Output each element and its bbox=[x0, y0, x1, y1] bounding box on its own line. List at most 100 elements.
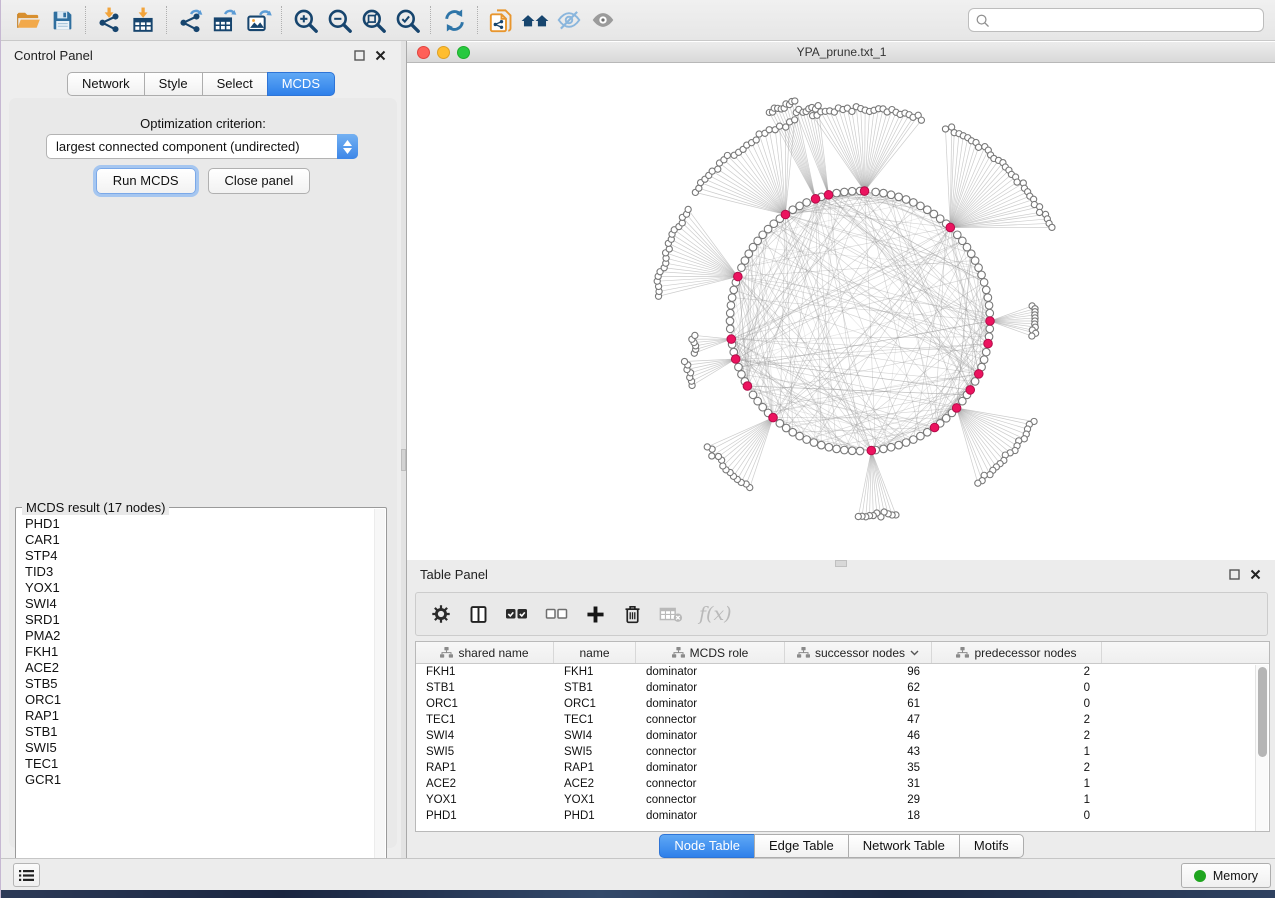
duplicate-network-icon[interactable] bbox=[484, 4, 518, 36]
mcds-result-item[interactable]: STP4 bbox=[17, 548, 375, 564]
mcds-result-item[interactable]: STB5 bbox=[17, 676, 375, 692]
table-cell[interactable]: 0 bbox=[932, 808, 1102, 824]
mcds-result-item[interactable]: SRD1 bbox=[17, 612, 375, 628]
column-header-mcds-role[interactable]: MCDS role bbox=[636, 642, 785, 663]
table-row[interactable]: YOX1YOX1connector291 bbox=[416, 792, 1269, 808]
import-network-icon[interactable] bbox=[92, 4, 126, 36]
deselect-all-checkboxes-icon[interactable] bbox=[545, 605, 569, 623]
mcds-result-list[interactable]: PHD1CAR1STP4TID3YOX1SWI4SRD1PMA2FKH1ACE2… bbox=[17, 516, 375, 872]
table-cell[interactable]: 18 bbox=[785, 808, 932, 824]
search-box[interactable] bbox=[968, 8, 1264, 32]
select-all-checkboxes-icon[interactable] bbox=[505, 605, 529, 623]
column-settings-gear-icon[interactable] bbox=[430, 603, 452, 625]
hide-selected-eye-icon[interactable] bbox=[552, 4, 586, 36]
table-cell[interactable] bbox=[1102, 792, 1269, 808]
export-table-icon[interactable] bbox=[207, 4, 241, 36]
table-cell[interactable]: dominator bbox=[636, 664, 785, 680]
network-canvas[interactable] bbox=[408, 63, 1275, 560]
node-table-body[interactable]: FKH1FKH1dominator962STB1STB1dominator620… bbox=[416, 664, 1269, 824]
run-mcds-button[interactable]: Run MCDS bbox=[96, 168, 196, 194]
table-cell[interactable]: RAP1 bbox=[554, 760, 636, 776]
table-cell[interactable]: RAP1 bbox=[416, 760, 554, 776]
save-session-icon[interactable] bbox=[45, 4, 79, 36]
table-cell[interactable]: TEC1 bbox=[554, 712, 636, 728]
table-cell[interactable]: 61 bbox=[785, 696, 932, 712]
table-row[interactable]: SWI5SWI5connector431 bbox=[416, 744, 1269, 760]
table-row[interactable]: TEC1TEC1connector472 bbox=[416, 712, 1269, 728]
table-cell[interactable]: SWI5 bbox=[554, 744, 636, 760]
table-cell[interactable]: SWI4 bbox=[416, 728, 554, 744]
table-cell[interactable]: SWI5 bbox=[416, 744, 554, 760]
mcds-result-item[interactable]: FKH1 bbox=[17, 644, 375, 660]
table-cell[interactable]: ORC1 bbox=[416, 696, 554, 712]
table-cell[interactable]: PHD1 bbox=[416, 808, 554, 824]
table-cell[interactable]: dominator bbox=[636, 680, 785, 696]
close-panel-button[interactable]: Close panel bbox=[208, 168, 311, 194]
column-header-successor-nodes[interactable]: successor nodes bbox=[785, 642, 932, 663]
mcds-result-item[interactable]: CAR1 bbox=[17, 532, 375, 548]
table-cell[interactable]: connector bbox=[636, 744, 785, 760]
table-cell[interactable]: 0 bbox=[932, 696, 1102, 712]
zoom-fit-icon[interactable] bbox=[356, 4, 390, 36]
column-header-name[interactable]: name bbox=[554, 642, 636, 663]
table-cell[interactable]: PHD1 bbox=[554, 808, 636, 824]
table-cell[interactable]: 46 bbox=[785, 728, 932, 744]
tab-network-table[interactable]: Network Table bbox=[848, 834, 960, 858]
table-row[interactable]: ACE2ACE2connector311 bbox=[416, 776, 1269, 792]
table-cell[interactable] bbox=[1102, 664, 1269, 680]
table-cell[interactable] bbox=[1102, 776, 1269, 792]
table-cell[interactable]: connector bbox=[636, 792, 785, 808]
table-cell[interactable]: STB1 bbox=[416, 680, 554, 696]
memory-button[interactable]: Memory bbox=[1181, 863, 1271, 888]
close-panel-icon[interactable] bbox=[374, 49, 387, 62]
table-cell[interactable]: 47 bbox=[785, 712, 932, 728]
mcds-result-item[interactable]: PMA2 bbox=[17, 628, 375, 644]
float-panel-icon[interactable] bbox=[353, 49, 366, 62]
zoom-in-icon[interactable] bbox=[288, 4, 322, 36]
tab-node-table[interactable]: Node Table bbox=[659, 834, 755, 858]
mcds-result-item[interactable]: ORC1 bbox=[17, 692, 375, 708]
table-cell[interactable]: 0 bbox=[932, 680, 1102, 696]
table-cell[interactable] bbox=[1102, 760, 1269, 776]
mcds-result-item[interactable]: STB1 bbox=[17, 724, 375, 740]
mcds-list-scrollbar[interactable] bbox=[374, 509, 385, 872]
mcds-result-item[interactable]: SWI4 bbox=[17, 596, 375, 612]
splitter-grip[interactable] bbox=[401, 449, 406, 471]
table-cell[interactable]: connector bbox=[636, 776, 785, 792]
tab-mcds[interactable]: MCDS bbox=[267, 72, 335, 96]
mcds-result-item[interactable]: YOX1 bbox=[17, 580, 375, 596]
tab-network[interactable]: Network bbox=[67, 72, 145, 96]
table-cell[interactable]: FKH1 bbox=[554, 664, 636, 680]
add-column-icon[interactable] bbox=[585, 604, 606, 625]
table-cell[interactable] bbox=[1102, 728, 1269, 744]
mcds-result-item[interactable]: SWI5 bbox=[17, 740, 375, 756]
tab-motifs[interactable]: Motifs bbox=[959, 834, 1024, 858]
table-cell[interactable] bbox=[1102, 680, 1269, 696]
float-panel-icon[interactable] bbox=[1228, 568, 1241, 581]
table-cell[interactable]: 1 bbox=[932, 776, 1102, 792]
mcds-result-item[interactable]: TID3 bbox=[17, 564, 375, 580]
table-cell[interactable]: ACE2 bbox=[416, 776, 554, 792]
table-cell[interactable] bbox=[1102, 808, 1269, 824]
table-cell[interactable]: SWI4 bbox=[554, 728, 636, 744]
open-session-icon[interactable] bbox=[11, 4, 45, 36]
close-panel-icon[interactable] bbox=[1249, 568, 1262, 581]
table-cell[interactable]: 2 bbox=[932, 760, 1102, 776]
table-cell[interactable]: 2 bbox=[932, 728, 1102, 744]
optimization-criterion-dropdown[interactable]: largest connected component (undirected) bbox=[46, 134, 358, 159]
table-cell[interactable]: 1 bbox=[932, 792, 1102, 808]
zoom-selected-icon[interactable] bbox=[390, 4, 424, 36]
mcds-result-item[interactable]: ACE2 bbox=[17, 660, 375, 676]
table-cell[interactable]: STB1 bbox=[554, 680, 636, 696]
table-cell[interactable] bbox=[1102, 696, 1269, 712]
table-cell[interactable] bbox=[1102, 744, 1269, 760]
table-cell[interactable]: YOX1 bbox=[416, 792, 554, 808]
table-row[interactable]: FKH1FKH1dominator962 bbox=[416, 664, 1269, 680]
tab-edge-table[interactable]: Edge Table bbox=[754, 834, 849, 858]
table-cell[interactable]: connector bbox=[636, 712, 785, 728]
table-cell[interactable] bbox=[1102, 712, 1269, 728]
table-cell[interactable]: TEC1 bbox=[416, 712, 554, 728]
mcds-result-item[interactable]: PHD1 bbox=[17, 516, 375, 532]
export-image-icon[interactable] bbox=[241, 4, 275, 36]
table-cell[interactable]: dominator bbox=[636, 808, 785, 824]
